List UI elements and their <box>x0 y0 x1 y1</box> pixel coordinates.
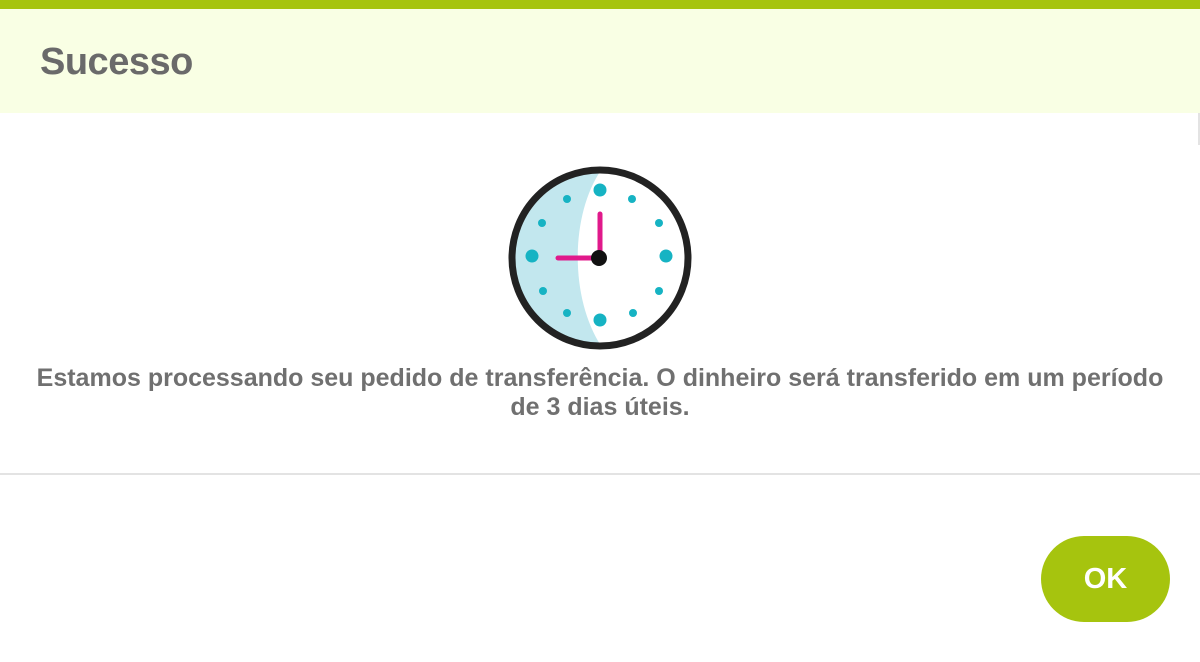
clock-center-pin <box>591 250 607 266</box>
success-dialog: Sucesso Estamos processando seu pedido d… <box>0 0 1200 662</box>
dialog-message: Estamos processando seu pedido de transf… <box>36 364 1164 421</box>
ok-button[interactable]: OK <box>1041 536 1170 622</box>
dialog-title: Sucesso <box>40 41 193 83</box>
footer-divider <box>0 473 1200 475</box>
dialog-header: Sucesso <box>0 9 1200 113</box>
accent-top-bar <box>0 0 1200 9</box>
clock-icon <box>508 166 692 350</box>
